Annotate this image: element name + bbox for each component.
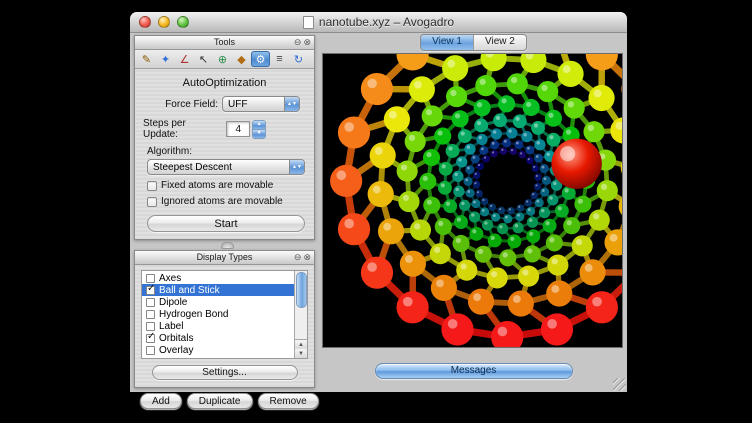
display-type-label: Label [159,321,183,332]
nanotube-render [323,54,622,347]
stepper-up-icon[interactable]: ▲ [253,121,265,130]
settings-button[interactable]: Settings... [152,365,298,380]
manipulate-tool-icon[interactable]: ⊕ [213,51,232,67]
ignored-atoms-checkbox[interactable] [147,197,157,207]
checkbox[interactable] [146,334,155,343]
steps-per-update-label: Steps per Update: [143,118,222,140]
fixed-atoms-label: Fixed atoms are movable [161,180,273,191]
algorithm-value: Steepest Descent [148,162,289,173]
display-type-label: Axes [159,273,181,284]
display-type-axes[interactable]: Axes [142,272,294,284]
measure-tool-icon[interactable]: ∠ [175,51,194,67]
display-type-hydrogen-bond[interactable]: Hydrogen Bond [142,308,294,320]
display-type-label: Orbitals [159,333,193,344]
window-controls [139,16,189,28]
list-scrollbar[interactable]: ▲ ▼ [294,271,307,358]
algorithm-label: Algorithm: [147,146,306,157]
scrollbar-thumb[interactable] [296,272,307,308]
display-types-title: Display Types [135,252,314,262]
view-tabbar: View 1 View 2 [320,33,627,52]
force-field-value: UFF [223,99,284,110]
dropdown-arrows-icon: ▲▼ [284,97,299,111]
palette-collapse-icon[interactable]: ⊖ [294,37,302,48]
tool-toolbar: ✎ ✦ ∠ ↖ ⊕ ◆ ⚙ ≡ ↻ [135,50,314,69]
zoom-button[interactable] [177,16,189,28]
palette-close-icon[interactable]: ⊗ [303,252,311,263]
add-button[interactable]: Add [140,393,182,409]
display-type-overlay[interactable]: Overlay [142,344,294,356]
window-titlebar[interactable]: nanotube.xyz – Avogadro [130,12,627,33]
display-types-titlebar[interactable]: Display Types ⊖ ⊗ [135,251,314,265]
window-body: Tools ⊖ ⊗ ✎ ✦ ∠ ↖ ⊕ ◆ ⚙ ≡ ↻ [130,33,627,392]
bond-centric-tool-icon[interactable]: ◆ [232,51,251,67]
palette-action-buttons: Add Duplicate Remove [140,393,320,409]
stepper-down-icon[interactable]: ▼ [253,130,265,138]
checkbox[interactable] [146,286,155,295]
tools-column: Tools ⊖ ⊗ ✎ ✦ ∠ ↖ ⊕ ◆ ⚙ ≡ ↻ [130,33,320,392]
auto-optimize-tool-icon[interactable]: ⚙ [251,51,270,67]
view-column: View 1 View 2 Messages [320,33,627,392]
document-icon [303,16,314,29]
palette-collapse-icon[interactable]: ⊖ [294,252,302,263]
avogadro-window: nanotube.xyz – Avogadro Tools ⊖ ⊗ ✎ ✦ ∠ … [130,12,627,392]
ignored-atoms-label: Ignored atoms are movable [161,196,283,207]
display-type-label: Dipole [159,297,187,308]
display-types-list: Axes Ball and Stick Dipole Hydrogen [141,270,308,359]
display-type-orbitals[interactable]: Orbitals [142,332,294,344]
fixed-atoms-row[interactable]: Fixed atoms are movable [147,180,306,191]
desktop: { "window": { "title": "nanotube.xyz – A… [0,0,752,423]
display-type-dipole[interactable]: Dipole [142,296,294,308]
molecule-viewport[interactable] [322,53,623,348]
checkbox[interactable] [146,274,155,283]
window-title: nanotube.xyz – Avogadro [319,15,454,29]
dropdown-arrows-icon: ▲▼ [289,160,304,174]
tools-palette-title: Tools [135,37,314,47]
navigate-tool-icon[interactable]: ✦ [156,51,175,67]
checkbox[interactable] [146,322,155,331]
display-type-label: Hydrogen Bond [159,309,229,320]
steps-stepper[interactable]: ▲ ▼ [252,120,266,139]
messages-button[interactable]: Messages [375,363,573,379]
force-field-label: Force Field: [165,99,218,110]
ignored-atoms-row[interactable]: Ignored atoms are movable [147,196,306,207]
checkbox[interactable] [146,346,155,355]
display-type-label: Ball and Stick [159,285,220,296]
palette-close-icon[interactable]: ⊗ [303,37,311,48]
tab-view-1[interactable]: View 1 [421,35,473,50]
auto-rotate-tool-icon[interactable]: ↻ [289,51,308,67]
tools-palette: Tools ⊖ ⊗ ✎ ✦ ∠ ↖ ⊕ ◆ ⚙ ≡ ↻ [134,35,315,240]
remove-button[interactable]: Remove [258,393,319,409]
display-type-label-item[interactable]: Label [142,320,294,332]
scroll-down-icon[interactable]: ▼ [295,349,307,358]
checkbox[interactable] [146,310,155,319]
fixed-atoms-checkbox[interactable] [147,181,157,191]
algorithm-dropdown[interactable]: Steepest Descent ▲▼ [147,159,305,175]
scroll-up-icon[interactable]: ▲ [295,340,307,349]
draw-tool-icon[interactable]: ✎ [137,51,156,67]
align-tool-icon[interactable]: ≡ [270,51,289,67]
display-types-palette: Display Types ⊖ ⊗ Axes Ball [134,250,315,388]
display-type-ball-and-stick[interactable]: Ball and Stick [142,284,294,296]
palette-splitter[interactable] [134,240,320,250]
steps-per-update-input[interactable]: 4 [226,121,250,137]
minimize-button[interactable] [158,16,170,28]
force-field-dropdown[interactable]: UFF ▲▼ [222,96,300,112]
window-title-group: nanotube.xyz – Avogadro [303,15,454,29]
resize-grip[interactable] [613,378,626,391]
duplicate-button[interactable]: Duplicate [187,393,253,409]
messages-area: Messages [320,349,627,392]
tools-palette-titlebar[interactable]: Tools ⊖ ⊗ [135,36,314,50]
tab-view-2[interactable]: View 2 [473,35,526,50]
start-button[interactable]: Start [147,215,305,232]
display-type-label: Overlay [159,345,193,356]
select-tool-icon[interactable]: ↖ [194,51,213,67]
checkbox[interactable] [146,298,155,307]
close-button[interactable] [139,16,151,28]
autooptimization-title: AutoOptimization [135,77,314,89]
